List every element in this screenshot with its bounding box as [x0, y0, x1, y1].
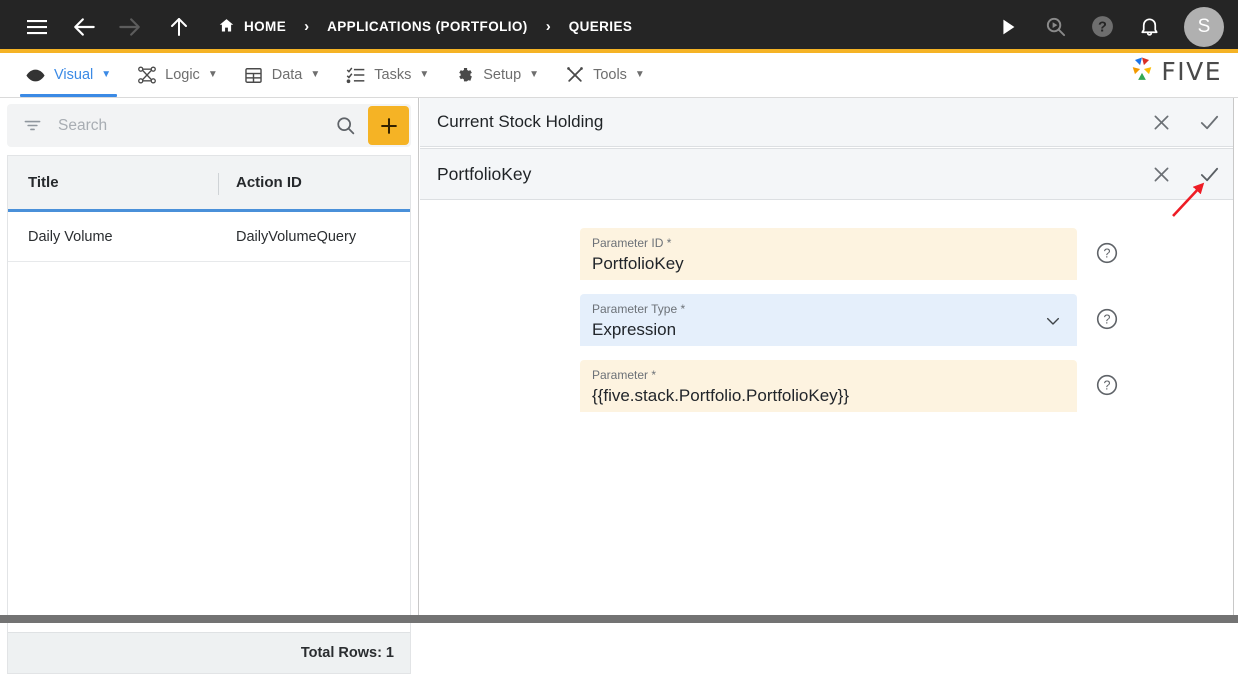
table-row[interactable]: Daily Volume DailyVolumeQuery [8, 212, 410, 262]
tab-tools-label: Tools [593, 67, 627, 83]
table-grid-icon [244, 65, 264, 85]
hamburger-icon[interactable] [20, 10, 54, 44]
eye-icon [26, 65, 46, 85]
parameter-id-label: Parameter ID * [592, 237, 1063, 249]
brand-text: FIVE [1161, 57, 1222, 86]
parameter-id-help-icon[interactable]: ? [1094, 240, 1120, 266]
parameter-type-field[interactable]: Parameter Type * Expression [580, 294, 1077, 346]
field-row-parameter-type: Parameter Type * Expression ? [580, 294, 1120, 346]
breadcrumb: HOME › APPLICATIONS (PORTFOLIO) › QUERIE… [218, 17, 632, 37]
cell-title: Daily Volume [8, 229, 218, 245]
search-icon[interactable] [330, 111, 360, 141]
checklist-icon [346, 65, 366, 85]
outer-panel-actions [1148, 98, 1222, 146]
tab-tasks-label: Tasks [374, 67, 411, 83]
tab-visual[interactable]: Visual ▼ [13, 53, 124, 97]
five-pinwheel-logo [1126, 53, 1158, 90]
svg-text:?: ? [1104, 379, 1111, 393]
tab-setup-label: Setup [483, 67, 521, 83]
breadcrumb-label-queries: QUERIES [569, 19, 633, 34]
parameter-id-field[interactable]: Parameter ID * PortfolioKey [580, 228, 1077, 280]
chevron-down-icon[interactable] [1045, 313, 1061, 329]
breadcrumb-item-queries[interactable]: QUERIES [569, 19, 633, 34]
column-header-action-id[interactable]: Action ID [218, 156, 410, 209]
search-input[interactable] [56, 116, 330, 136]
parameter-help-icon[interactable]: ? [1094, 372, 1120, 398]
inner-panel-actions [1148, 149, 1222, 199]
horizontal-scrollbar[interactable] [0, 615, 1238, 623]
logic-nodes-icon [137, 65, 157, 85]
grid-header-row: Title Action ID [8, 156, 410, 212]
tab-tasks[interactable]: Tasks ▼ [333, 53, 442, 97]
inner-panel-close-button[interactable] [1148, 161, 1174, 187]
svg-text:?: ? [1104, 313, 1111, 327]
parameter-type-label: Parameter Type * [592, 303, 1063, 315]
chevron-down-icon: ▼ [529, 70, 539, 80]
tab-setup[interactable]: Setup ▼ [442, 53, 552, 97]
top-app-bar: HOME › APPLICATIONS (PORTFOLIO) › QUERIE… [0, 0, 1238, 53]
inner-panel-title: PortfolioKey [437, 164, 531, 185]
chevron-down-icon: ▼ [310, 70, 320, 80]
outer-panel-confirm-button[interactable] [1196, 109, 1222, 135]
parameter-value: {{five.stack.Portfolio.PortfolioKey}} [592, 387, 1063, 406]
tab-logic[interactable]: Logic ▼ [124, 53, 231, 97]
five-brand-logo: FIVE [1126, 53, 1222, 90]
module-menu-bar: Visual ▼ Logic ▼ Data ▼ [0, 53, 1238, 98]
breadcrumb-separator: › [304, 19, 309, 34]
parameter-field[interactable]: Parameter * {{five.stack.Portfolio.Portf… [580, 360, 1077, 412]
queries-list-panel: Title Action ID Daily Volume DailyVolume… [0, 98, 419, 615]
panel-right-edge [1233, 98, 1238, 615]
arrow-up-icon[interactable] [162, 10, 196, 44]
search-bar [7, 104, 411, 147]
breadcrumb-item-applications[interactable]: APPLICATIONS (PORTFOLIO) [327, 19, 528, 34]
parameter-type-help-icon[interactable]: ? [1094, 306, 1120, 332]
arrow-left-icon[interactable] [68, 10, 102, 44]
bell-icon[interactable] [1132, 10, 1166, 44]
tab-visual-label: Visual [54, 67, 93, 83]
outer-panel-title: Current Stock Holding [437, 112, 603, 132]
search-query-icon[interactable] [1038, 10, 1072, 44]
parameter-label: Parameter * [592, 369, 1063, 381]
grid-footer: Total Rows: 1 [8, 632, 410, 673]
play-icon[interactable] [991, 10, 1025, 44]
outer-panel-header: Current Stock Holding [420, 98, 1238, 147]
inner-panel-confirm-button[interactable] [1196, 161, 1222, 187]
column-header-title[interactable]: Title [8, 156, 218, 209]
help-circle-icon[interactable]: ? [1085, 10, 1119, 44]
outer-panel-close-button[interactable] [1148, 109, 1174, 135]
tab-tools[interactable]: Tools ▼ [552, 53, 658, 97]
parameter-form: Parameter ID * PortfolioKey ? Parameter … [420, 201, 1238, 615]
breadcrumb-label-home: HOME [244, 19, 286, 34]
tab-data[interactable]: Data ▼ [231, 53, 334, 97]
inner-panel-header: PortfolioKey [420, 148, 1238, 200]
parameter-id-value: PortfolioKey [592, 255, 1063, 274]
total-rows-label: Total Rows: 1 [301, 645, 394, 661]
tools-icon [565, 65, 585, 85]
home-icon [218, 17, 235, 37]
tab-data-label: Data [272, 67, 303, 83]
arrow-right-icon [112, 10, 146, 44]
chevron-down-icon: ▼ [635, 70, 645, 80]
cell-action-id: DailyVolumeQuery [218, 229, 410, 245]
chevron-down-icon: ▼ [208, 70, 218, 80]
filter-icon[interactable] [20, 114, 44, 138]
queries-grid: Title Action ID Daily Volume DailyVolume… [7, 155, 411, 674]
add-query-button[interactable] [368, 106, 409, 145]
top-bar-actions: ? S [991, 0, 1224, 53]
chevron-down-icon: ▼ [101, 70, 111, 80]
detail-panel: Current Stock Holding PortfolioKey [420, 98, 1238, 615]
parameter-type-value: Expression [592, 321, 1063, 340]
breadcrumb-item-home[interactable]: HOME [218, 17, 286, 37]
breadcrumb-separator: › [546, 19, 551, 34]
svg-text:?: ? [1104, 247, 1111, 261]
breadcrumb-label-applications: APPLICATIONS (PORTFOLIO) [327, 19, 528, 34]
avatar[interactable]: S [1184, 7, 1224, 47]
field-row-parameter-id: Parameter ID * PortfolioKey ? [580, 228, 1120, 280]
tab-logic-label: Logic [165, 67, 200, 83]
chevron-down-icon: ▼ [419, 70, 429, 80]
gear-icon [455, 65, 475, 85]
field-row-parameter: Parameter * {{five.stack.Portfolio.Portf… [580, 360, 1120, 412]
svg-text:?: ? [1098, 20, 1107, 36]
